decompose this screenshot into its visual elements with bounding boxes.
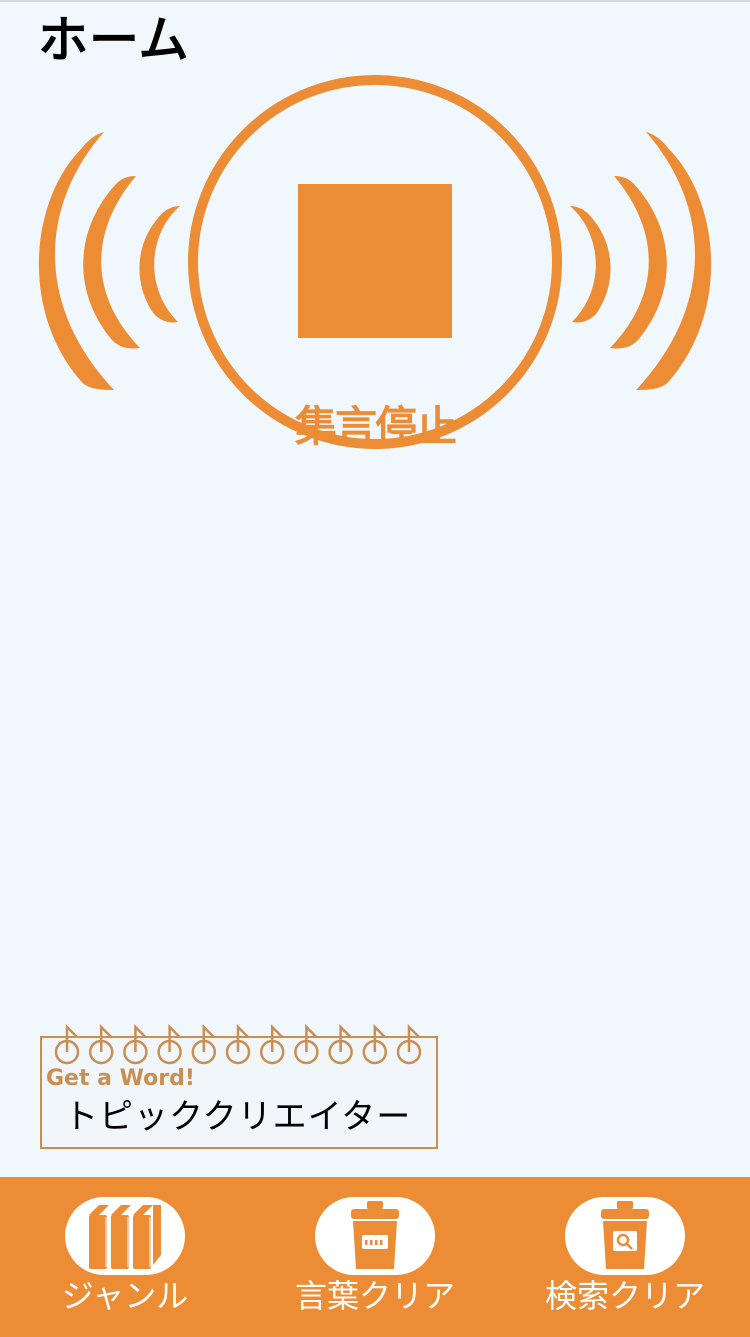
tab-clear-search-icon-pill bbox=[565, 1197, 685, 1275]
topic-brand: Get a Word! bbox=[46, 1066, 195, 1091]
record-widget: 集言停止 bbox=[0, 60, 750, 480]
notebook-ring-hook bbox=[270, 1023, 284, 1052]
stop-recording-button[interactable] bbox=[186, 75, 564, 453]
notebook-ring-hook bbox=[65, 1023, 78, 1052]
notebook-ring-hook bbox=[373, 1023, 386, 1052]
tab-clear-search[interactable]: 検索クリア bbox=[500, 1177, 750, 1337]
notebook-ring-hook bbox=[134, 1023, 147, 1052]
record-label: 集言停止 bbox=[294, 402, 457, 451]
tab-clear-words[interactable]: 言葉クリア bbox=[250, 1177, 500, 1337]
left-sound-waves bbox=[38, 132, 180, 390]
notebook-ring-hook bbox=[236, 1023, 249, 1052]
right-sound-waves bbox=[570, 132, 712, 390]
tab-genre[interactable]: ジャンル bbox=[0, 1177, 250, 1337]
tab-clear-words-icon-pill bbox=[315, 1197, 435, 1275]
top-border bbox=[0, 0, 750, 2]
notebook-ring-hook bbox=[168, 1023, 181, 1052]
trash-icon bbox=[351, 1201, 399, 1269]
tab-genre-icon-pill bbox=[65, 1197, 185, 1275]
notebook-rings-icon bbox=[54, 1023, 422, 1065]
notebook-ring-hook bbox=[99, 1023, 113, 1052]
books-icon bbox=[89, 1205, 161, 1269]
tab-clear-words-label: 言葉クリア bbox=[294, 1277, 455, 1315]
notebook-ring-hook bbox=[202, 1023, 215, 1052]
search-trash-icon bbox=[601, 1201, 649, 1269]
tab-genre-label: ジャンル bbox=[61, 1277, 189, 1315]
notebook-ring-hook bbox=[339, 1023, 352, 1052]
bottom-tab-bar: ジャンル 言葉クリア 検索クリア bbox=[0, 1177, 750, 1337]
tab-clear-search-label: 検索クリア bbox=[544, 1277, 705, 1315]
topic-name: トピッククリエイター bbox=[64, 1097, 412, 1137]
topic-creator-card[interactable]: Get a Word! トピッククリエイター bbox=[40, 1022, 438, 1149]
notebook-ring-hook bbox=[407, 1023, 420, 1052]
notebook-ring-hook bbox=[305, 1023, 318, 1052]
